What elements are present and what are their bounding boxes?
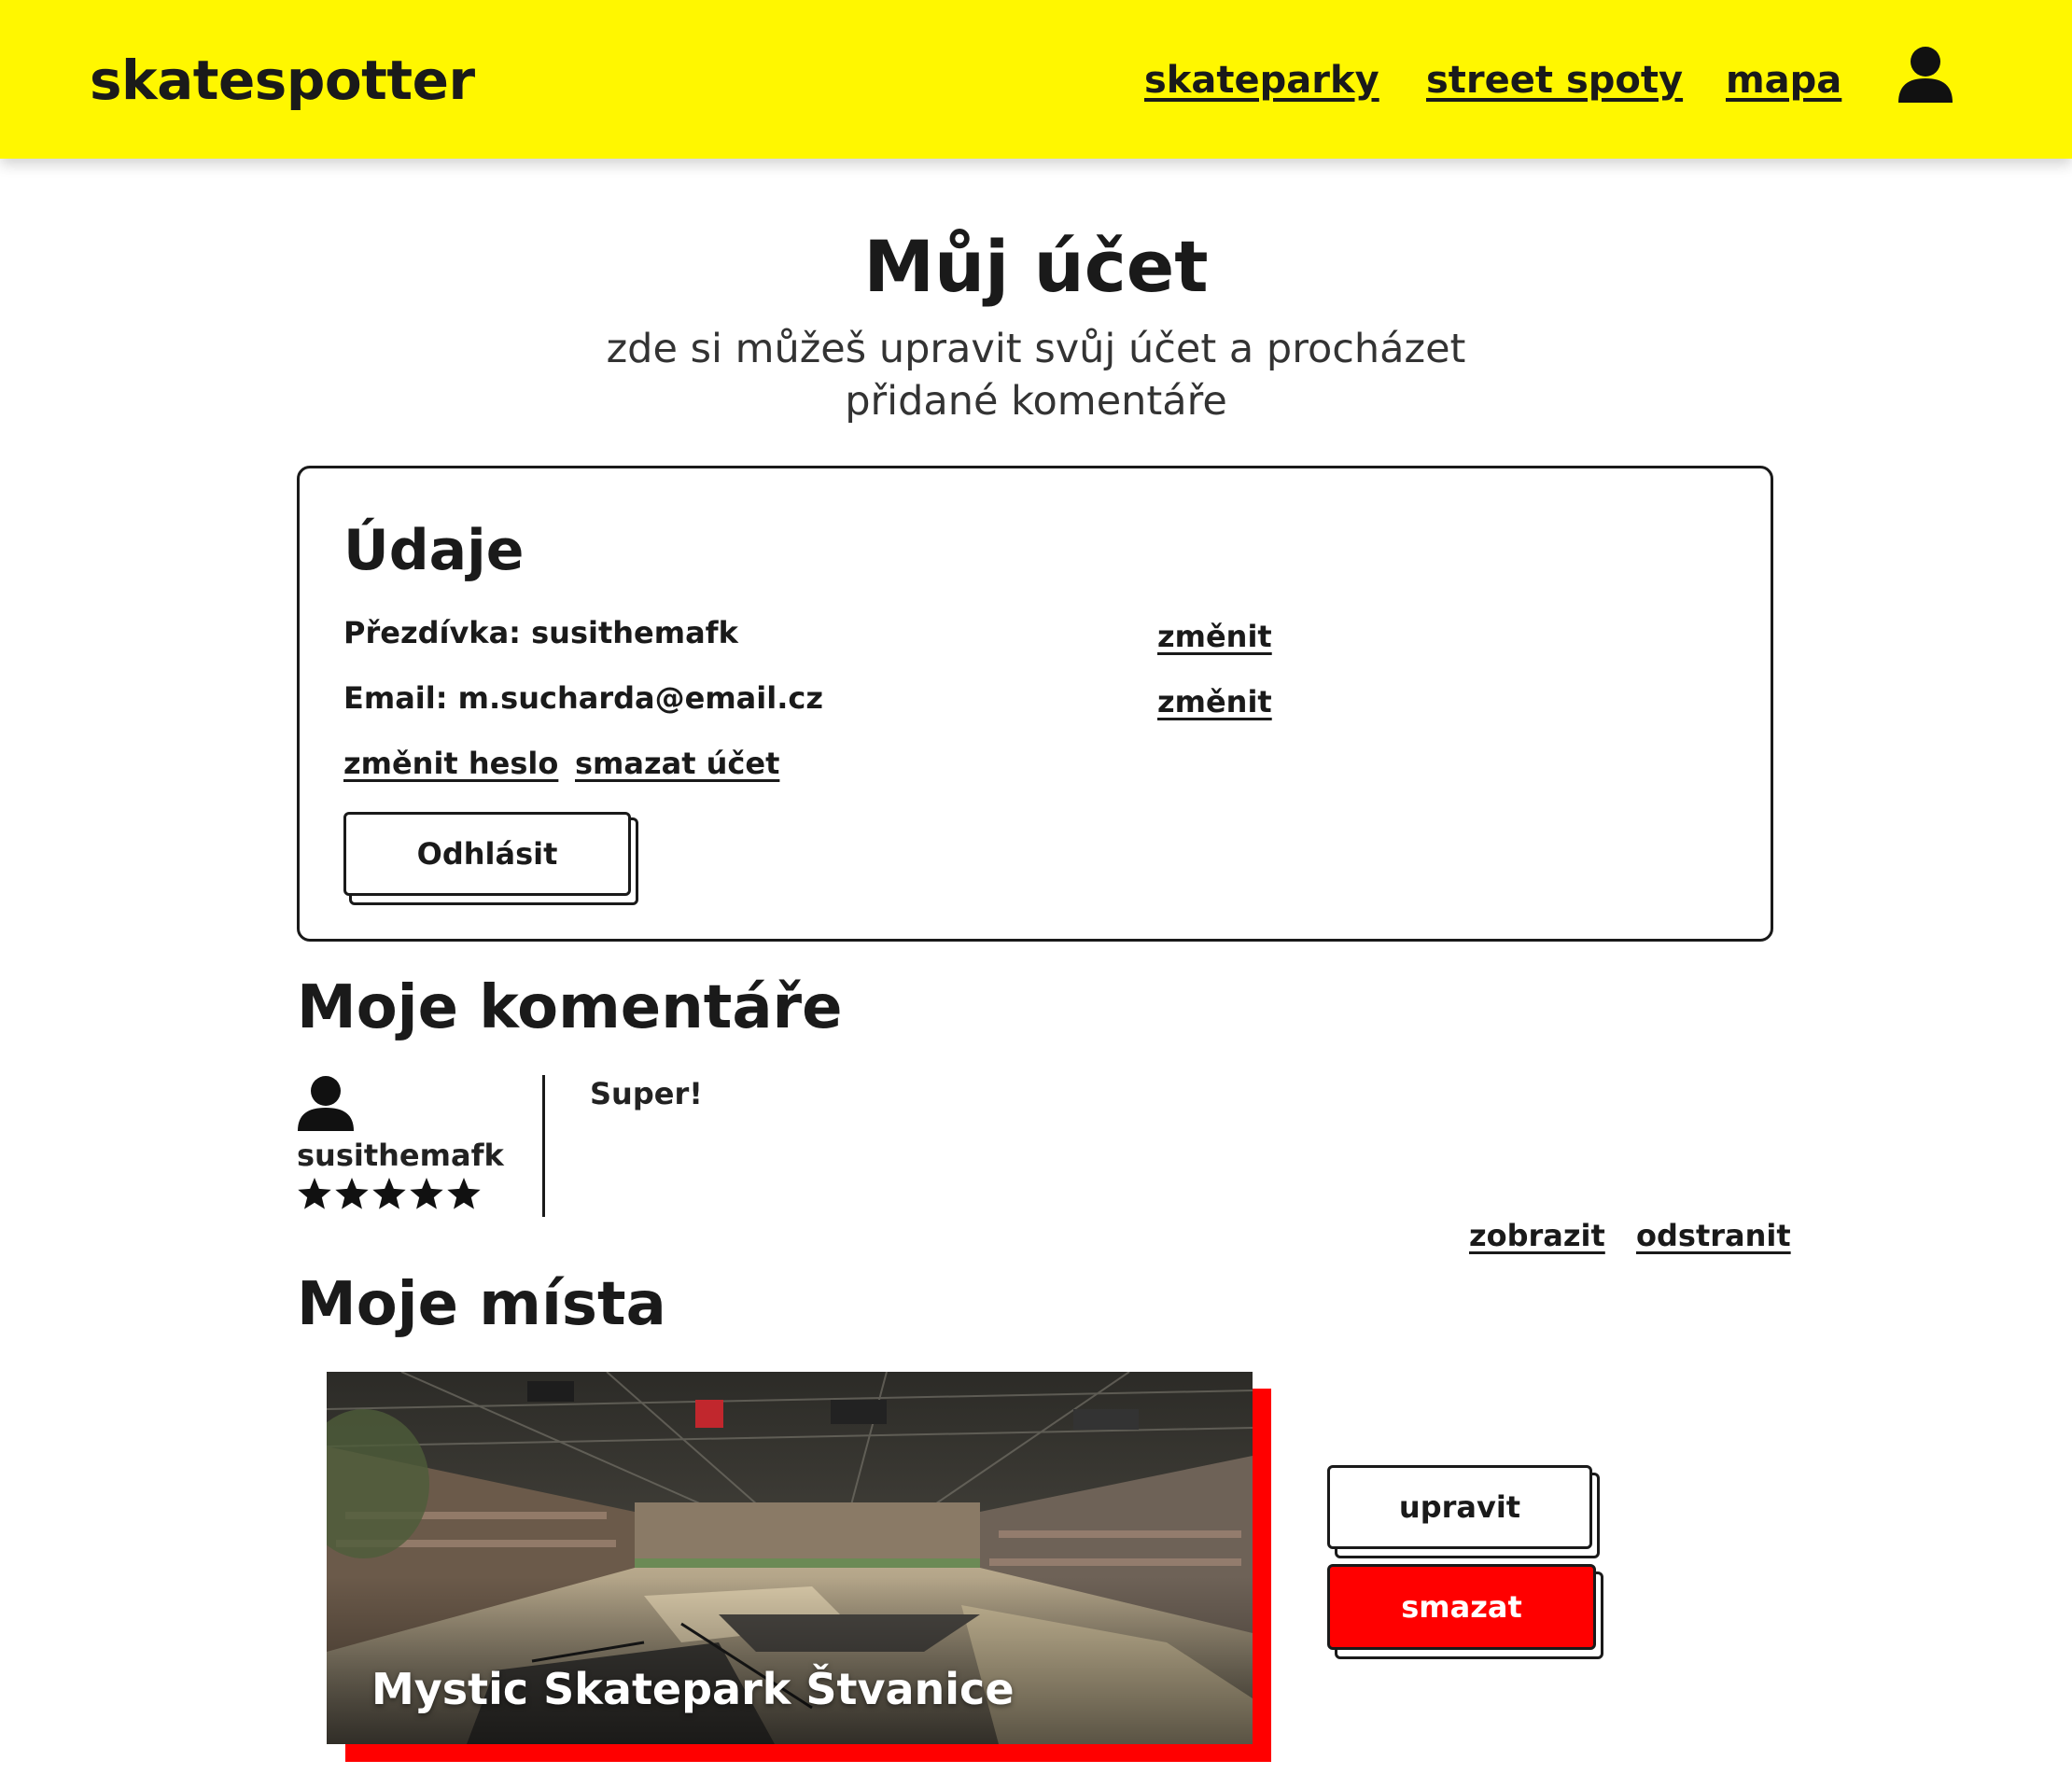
comment-show-link[interactable]: zobrazit (1469, 1215, 1605, 1256)
page-subtitle-line-2: přidané komentáře (845, 378, 1227, 425)
comment-rating-stars (297, 1178, 482, 1211)
page-subtitle-line-1: zde si můžeš upravit svůj účet a procház… (606, 326, 1466, 372)
place-name[interactable]: Mystic Skatepark Štvanice (371, 1661, 1015, 1717)
delete-account-link[interactable]: smazat účet (575, 743, 779, 784)
page-title: Můj účet (863, 225, 1209, 308)
delete-place-button[interactable]: smazat (1327, 1564, 1596, 1650)
nav-mapa[interactable]: mapa (1726, 54, 1841, 106)
star-icon (447, 1178, 481, 1209)
star-icon (335, 1178, 369, 1209)
comment-text: Super! (590, 1076, 703, 1111)
nav-street-spoty[interactable]: street spoty (1426, 54, 1683, 106)
change-password-link[interactable]: změnit heslo (343, 743, 558, 784)
comment-divider (542, 1075, 545, 1217)
change-nickname-link[interactable]: změnit (1157, 616, 1272, 657)
edit-place-button[interactable]: upravit (1327, 1465, 1592, 1549)
comment-username: susithemafk (297, 1138, 504, 1173)
nickname-value: Přezdívka: susithemafk (343, 615, 738, 650)
comment-avatar-icon (297, 1075, 355, 1133)
details-title: Údaje (343, 518, 525, 583)
site-header: skatespotter skateparky street spoty map… (0, 0, 2072, 159)
user-icon[interactable] (1897, 45, 1954, 105)
star-icon (410, 1178, 443, 1209)
star-icon (298, 1178, 331, 1209)
site-logo[interactable]: skatespotter (90, 43, 475, 118)
change-email-link[interactable]: změnit (1157, 681, 1272, 722)
comments-title: Moje komentáře (297, 973, 843, 1042)
comment-remove-link[interactable]: odstranit (1636, 1215, 1791, 1256)
page-subtitle: zde si můžeš upravit svůj účet a procház… (523, 323, 1549, 427)
star-icon (372, 1178, 406, 1209)
places-title: Moje místa (297, 1270, 666, 1339)
nav-skateparky[interactable]: skateparky (1144, 54, 1379, 106)
logout-button[interactable]: Odhlásit (343, 812, 631, 896)
email-value: Email: m.sucharda@email.cz (343, 680, 823, 716)
